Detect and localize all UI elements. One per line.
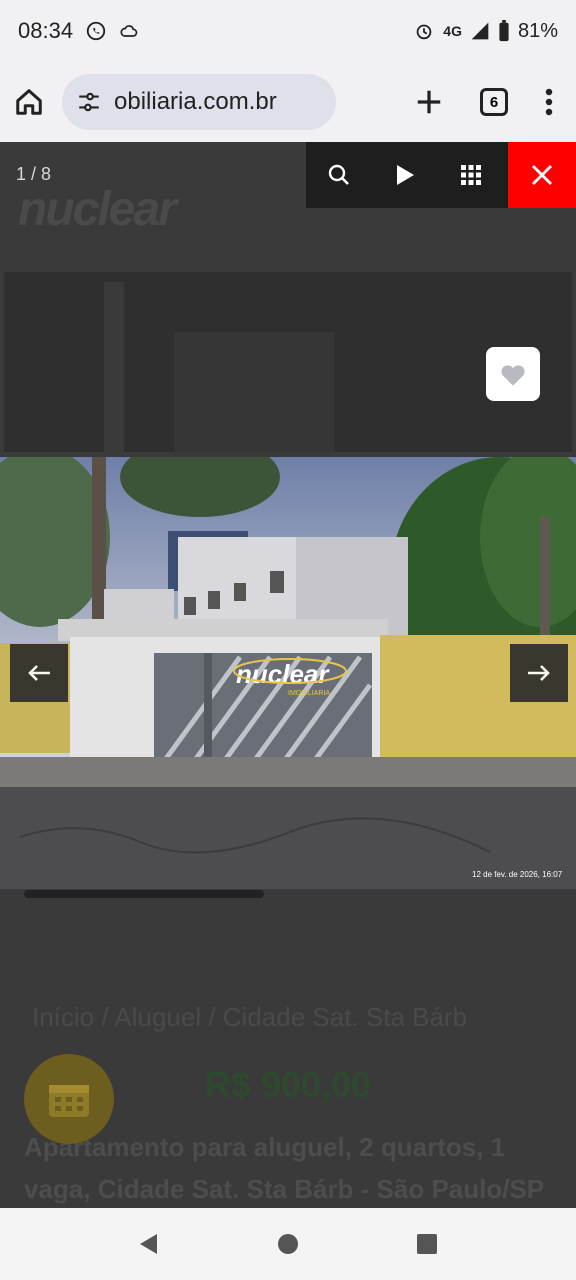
battery-icon: [499, 20, 509, 42]
battery-level: 81%: [517, 19, 558, 42]
browser-toolbar: obiliaria.com.br 6: [0, 62, 576, 142]
grid-icon: [461, 165, 481, 185]
network-type: 4G: [443, 23, 462, 39]
heart-icon: [501, 365, 525, 386]
arrow-left-icon: [28, 665, 50, 681]
signal-icon: [471, 22, 489, 40]
image-counter: 1 / 8: [16, 164, 52, 184]
system-nav-bar: [0, 1208, 576, 1280]
close-icon: [532, 165, 552, 185]
zoom-button[interactable]: [306, 142, 372, 208]
thumbnails-button[interactable]: [438, 142, 504, 208]
watermark-sub: IMOBILIARIA: [288, 690, 330, 697]
cloud-icon: [120, 25, 138, 37]
whatsapp-icon: [86, 21, 106, 41]
search-icon: [328, 164, 349, 185]
status-time: 08:34: [18, 18, 74, 43]
tab-count: 6: [489, 93, 499, 111]
back-icon[interactable]: [137, 1232, 161, 1256]
close-button[interactable]: [508, 142, 576, 208]
home-icon[interactable]: [14, 87, 44, 117]
favorite-button[interactable]: [486, 347, 540, 401]
new-tab-icon[interactable]: [414, 87, 444, 117]
lightbox-header: 1 / 8: [0, 142, 576, 208]
alarm-icon: [416, 24, 432, 40]
next-image-button[interactable]: [510, 644, 568, 702]
schedule-visit-button[interactable]: [24, 1054, 114, 1144]
status-right: 4G 81%: [413, 20, 558, 43]
previous-image-button[interactable]: [10, 644, 68, 702]
listing-title: Apartamento para aluguel, 2 quartos, 1 v…: [24, 1126, 554, 1208]
menu-icon[interactable]: [544, 87, 554, 117]
photo-timestamp: 12 de fev. de 2026, 16:07: [472, 870, 563, 879]
breadcrumb: Início / Aluguel / Cidade Sat. Sta Bárb: [32, 1002, 468, 1032]
address-bar[interactable]: obiliaria.com.br: [62, 74, 336, 130]
home-circle-icon[interactable]: [276, 1232, 300, 1256]
web-viewport: nuclear 1 / 8 nuclear IMOBILIARIA 12 de …: [0, 142, 576, 1208]
status-left: 08:34: [18, 18, 139, 44]
browser-actions: 6: [414, 87, 562, 117]
site-settings-icon[interactable]: [76, 89, 102, 115]
property-photo: nuclear IMOBILIARIA 12 de fev. de 2026, …: [0, 457, 576, 889]
play-icon: [397, 165, 414, 185]
arrow-right-icon: [528, 665, 550, 681]
slideshow-button[interactable]: [372, 142, 438, 208]
page-divider: [24, 890, 264, 898]
lightbox-toolbar: [306, 142, 576, 208]
url-text[interactable]: obiliaria.com.br: [114, 88, 277, 116]
calendar-icon: [49, 1085, 89, 1117]
tabs-icon[interactable]: 6: [480, 88, 508, 116]
lightbox-photo[interactable]: nuclear IMOBILIARIA 12 de fev. de 2026, …: [0, 457, 576, 889]
status-bar: 08:34 4G 81%: [0, 0, 576, 62]
recents-icon[interactable]: [415, 1232, 439, 1256]
listing-title-text: Apartamento para aluguel, 2 quartos, 1 v…: [24, 1132, 545, 1204]
